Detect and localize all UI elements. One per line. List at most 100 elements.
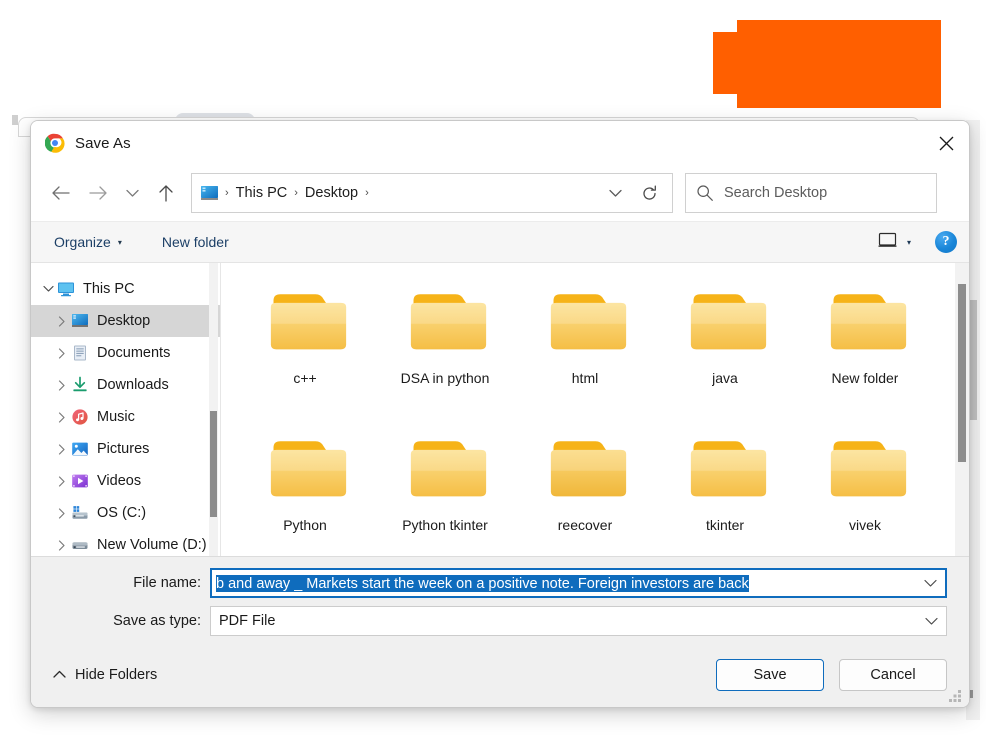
file-name-input[interactable]: b and away _ Markets start the week on a… [210,568,947,598]
save-as-type-row: Save as type: PDF File [53,605,947,637]
sidebar-item-videos[interactable]: Videos [31,465,220,497]
background-artifact-left [12,115,18,125]
file-item[interactable]: DSA in python [375,279,515,426]
file-item[interactable]: Python tkinter [375,426,515,556]
folder-icon [677,426,773,506]
file-item[interactable]: Python [235,426,375,556]
folder-icon [397,279,493,359]
file-item-label: tkinter [705,517,745,533]
sidebar-item-new-volume-d[interactable]: New Volume (D:) [31,529,220,556]
file-item[interactable]: tkinter [655,426,795,556]
file-item-label: java [712,370,738,386]
save-button[interactable]: Save [716,659,824,691]
search-input[interactable]: Search Desktop [724,185,827,201]
chevron-right-icon[interactable] [53,507,71,519]
address-chevron-down-icon[interactable] [598,176,632,210]
folder-icon [397,426,493,506]
sidebar-item-this-pc[interactable]: This PC [31,273,220,305]
save-as-type-chevron-down-icon[interactable] [916,617,946,626]
folder-icon [677,279,773,359]
file-name-value[interactable]: b and away _ Markets start the week on a… [212,574,915,592]
save-as-type-value: PDF File [219,613,276,629]
view-options-button[interactable]: ▾ [872,228,917,257]
new-folder-button[interactable]: New folder [153,229,238,255]
dialog-footer: Hide Folders Save Cancel [31,643,969,707]
sidebar-item-label: Pictures [97,441,150,457]
arrow-left-icon[interactable] [41,175,79,211]
new-folder-label: New folder [161,234,229,250]
folder-icon [537,279,633,359]
file-item-label: New folder [831,370,899,386]
sidebar-item-label: Videos [97,473,142,489]
hide-folders-label: Hide Folders [75,667,158,683]
refresh-icon[interactable] [632,176,666,210]
text-caret [748,574,750,590]
organize-button[interactable]: Organize ▾ [45,229,131,255]
file-name-row: File name: b and away _ Markets start th… [53,567,947,599]
chevron-right-icon[interactable] [53,443,71,455]
breadcrumb-item-desktop[interactable]: Desktop [299,185,364,201]
sidebar-item-label: OS (C:) [97,505,147,521]
sidebar-item-music[interactable]: Music [31,401,220,433]
file-name-chevron-down-icon[interactable] [915,579,945,588]
navigation-bar: › This PC › Desktop › Search Desktop [31,165,969,221]
downloads-icon [71,376,89,394]
folder-icon [257,279,353,359]
recent-locations-chevron-down-icon[interactable] [117,175,147,211]
music-icon [71,408,89,426]
file-grid: c++ DSA in python html java New folder Python… [221,263,946,556]
save-as-type-select[interactable]: PDF File [210,606,947,636]
arrow-right-icon[interactable] [79,175,117,211]
help-button[interactable]: ? [935,231,957,253]
dialog-title: Save As [75,134,131,152]
file-pane-scrollbar-thumb[interactable] [958,284,966,462]
organize-label: Organize [54,234,111,250]
file-item[interactable]: New folder [795,279,935,426]
view-chevron-down-icon: ▾ [906,238,911,247]
chevron-down-icon[interactable] [39,285,57,293]
navigation-sidebar: This PC Desktop Documents Downloads Music Pic… [31,263,221,556]
sidebar-item-documents[interactable]: Documents [31,337,220,369]
close-icon[interactable] [923,121,969,165]
sidebar-item-pictures[interactable]: Pictures [31,433,220,465]
arrow-up-icon[interactable] [147,175,185,211]
file-item[interactable]: reecover [515,426,655,556]
save-form: File name: b and away _ Markets start th… [31,556,969,643]
hide-folders-button[interactable]: Hide Folders [53,667,157,683]
file-item[interactable]: c++ [235,279,375,426]
breadcrumb-item-this-pc[interactable]: This PC [230,185,294,201]
sidebar-item-label: This PC [83,281,135,297]
sidebar-item-downloads[interactable]: Downloads [31,369,220,401]
folder-tree: This PC Desktop Documents Downloads Music Pic… [31,273,220,556]
chevron-right-icon[interactable] [53,411,71,423]
chevron-right-icon[interactable] [53,347,71,359]
background-page-scrollbar-thumb[interactable] [969,300,977,420]
folder-icon [257,426,353,506]
save-as-type-label: Save as type: [113,613,201,629]
chevron-right-icon[interactable] [53,315,71,327]
dialog-titlebar[interactable]: Save As [31,121,969,165]
file-item[interactable]: html [515,279,655,426]
sidebar-item-os-c[interactable]: OS (C:) [31,497,220,529]
documents-icon [71,344,89,362]
chevron-right-icon[interactable] [53,475,71,487]
sidebar-item-desktop[interactable]: Desktop [31,305,220,337]
resize-grip-icon[interactable] [949,688,963,702]
file-item-label: Python [283,517,327,533]
file-item-label: DSA in python [400,370,490,386]
file-item-label: Python tkinter [402,517,488,533]
file-item[interactable]: vivek [795,426,935,556]
search-box[interactable]: Search Desktop [685,173,937,213]
address-bar[interactable]: › This PC › Desktop › [191,173,673,213]
file-list-pane[interactable]: c++ DSA in python html java New folder Python… [221,263,969,556]
orange-redaction-block-main [737,20,941,108]
file-item[interactable]: java [655,279,795,426]
cancel-button[interactable]: Cancel [839,659,947,691]
chevron-right-icon[interactable] [53,539,71,551]
sidebar-item-label: New Volume (D:) [97,537,207,553]
this-pc-icon [200,185,220,201]
folder-empty-icon [537,426,633,506]
save-as-dialog: Save As › This PC › Desktop › Search Des… [30,120,970,708]
chevron-right-icon[interactable] [53,379,71,391]
sidebar-scrollbar-thumb[interactable] [210,411,217,517]
